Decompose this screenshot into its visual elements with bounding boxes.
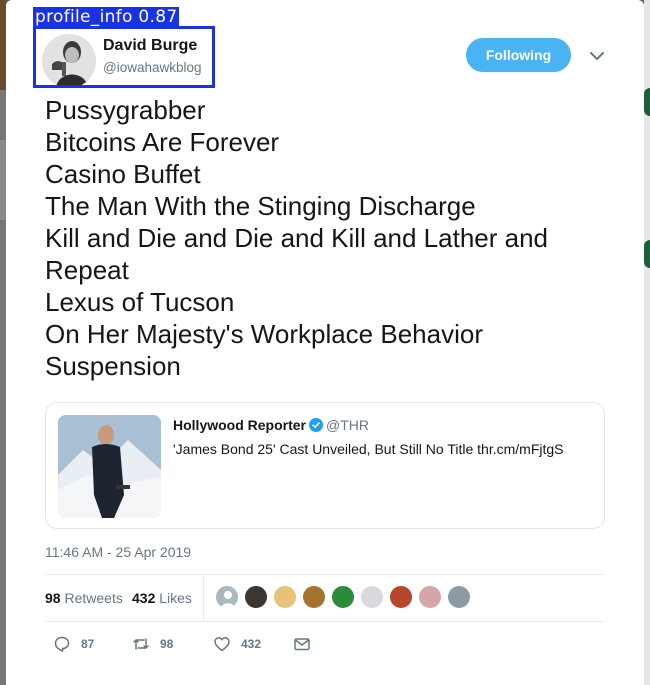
- liker-avatar[interactable]: [331, 585, 355, 609]
- mail-icon: [294, 638, 310, 651]
- liker-avatar[interactable]: [215, 585, 239, 609]
- like-action[interactable]: 432: [213, 634, 261, 654]
- quoted-tweet[interactable]: Hollywood Reporter @THR 'James Bond 25' C…: [45, 402, 605, 529]
- divider: [45, 621, 605, 622]
- tweet-line: Kill and Die and Die and Kill and Lather…: [45, 223, 549, 253]
- tweet-card: David Burge @iowahawkblog profile_info 0…: [6, 0, 644, 685]
- tweet-line: Lexus of Tucson: [45, 287, 235, 317]
- tweet-line: Pussygrabber: [45, 95, 206, 125]
- tweet-line: Bitcoins Are Forever: [45, 127, 280, 157]
- quoted-author-name[interactable]: Hollywood Reporter: [173, 417, 306, 433]
- liker-avatar[interactable]: [389, 585, 413, 609]
- quoted-tweet-image: [58, 415, 161, 518]
- liker-avatar[interactable]: [418, 585, 442, 609]
- reply-count: 87: [81, 637, 95, 651]
- liker-avatar[interactable]: [244, 585, 268, 609]
- liker-avatar[interactable]: [360, 585, 384, 609]
- tweet-line: The Man With the Stinging Discharge: [45, 191, 476, 221]
- liker-avatar[interactable]: [273, 585, 297, 609]
- like-count: 432: [241, 637, 262, 651]
- tweet-line: On Her Majesty's Workplace Behavior: [45, 319, 483, 349]
- tweet-line: Suspension: [45, 351, 181, 381]
- tweet-timestamp[interactable]: 11:46 AM - 25 Apr 2019: [45, 544, 191, 560]
- retweets-count: 98: [45, 590, 61, 606]
- quoted-tweet-header: Hollywood Reporter @THR: [173, 417, 369, 433]
- reply-icon: [54, 636, 70, 652]
- tweet-text: Pussygrabber Bitcoins Are Forever Casino…: [45, 94, 615, 382]
- retweets-label: Retweets: [64, 590, 123, 606]
- chevron-down-icon[interactable]: [588, 48, 606, 64]
- likes-label: Likes: [159, 590, 192, 606]
- liker-avatar[interactable]: [302, 585, 326, 609]
- retweet-action[interactable]: 98: [132, 634, 173, 654]
- tweet-header: David Burge @iowahawkblog profile_info 0…: [6, 0, 644, 95]
- retweets-stat[interactable]: 98 Retweets: [45, 590, 123, 606]
- quoted-author-handle[interactable]: @THR: [326, 417, 369, 433]
- direct-message-action[interactable]: [293, 634, 311, 654]
- heart-icon: [214, 637, 230, 652]
- quoted-tweet-text: 'James Bond 25' Cast Unveiled, But Still…: [173, 441, 564, 457]
- profile-info-detection-label: profile_info 0.87: [33, 7, 180, 28]
- likes-count: 432: [132, 590, 156, 606]
- following-button[interactable]: Following: [466, 38, 571, 72]
- profile-info-detection-box: [33, 26, 215, 88]
- stats-separator: [203, 575, 204, 621]
- tweet-line: Casino Buffet: [45, 159, 201, 189]
- liker-avatar[interactable]: [447, 585, 471, 609]
- background-right-strip: [644, 0, 650, 685]
- likes-stat[interactable]: 432 Likes: [132, 590, 192, 606]
- tweet-line: Repeat: [45, 255, 129, 285]
- tweet-actions: 87 98 432: [45, 630, 605, 658]
- engagement-stats: 98 Retweets 432 Likes: [45, 575, 605, 621]
- verified-badge-icon: [309, 418, 324, 432]
- retweet-count: 98: [160, 637, 174, 651]
- reply-action[interactable]: 87: [53, 634, 94, 654]
- retweet-icon: [133, 638, 149, 650]
